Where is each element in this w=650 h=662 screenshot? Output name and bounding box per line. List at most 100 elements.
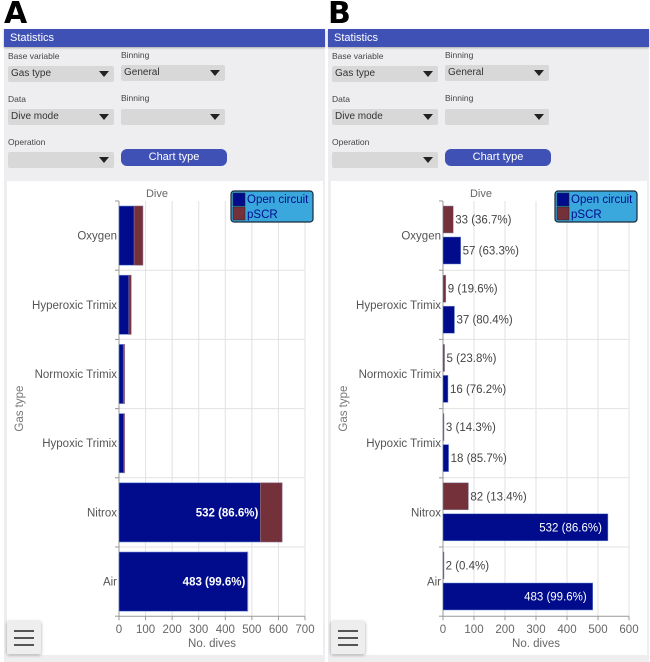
select-value: Gas type <box>11 68 52 79</box>
chart-title: Dive <box>470 188 492 200</box>
bar-open-circuit <box>118 413 125 474</box>
dropdown-arrow-icon <box>210 114 220 120</box>
select-value: Dive mode <box>335 111 383 122</box>
x-tick-label: 700 <box>295 624 314 636</box>
chart-type-button[interactable]: Chart type <box>121 149 227 166</box>
binning-select-2[interactable] <box>445 109 549 125</box>
dropdown-arrow-icon <box>534 70 544 76</box>
select-value: Dive mode <box>11 111 59 122</box>
hamburger-menu-button[interactable] <box>7 621 41 654</box>
operation-select[interactable] <box>8 152 114 168</box>
bar-pscr <box>442 274 447 303</box>
binning-select[interactable]: General <box>121 65 225 81</box>
category-label: Hyperoxic Trimix <box>356 300 441 312</box>
hamburger-menu-icon-bar <box>14 644 34 646</box>
bar-pscr <box>128 274 132 335</box>
bar-data-label: 33 (36.7%) <box>455 215 511 227</box>
bar-data-label: 3 (14.3%) <box>446 422 496 434</box>
bar-data-label: 2 (0.4%) <box>446 561 490 573</box>
binning-select[interactable]: General <box>445 65 549 81</box>
bar-data-label: 18 (85.7%) <box>451 453 507 465</box>
bar-pscr <box>442 413 445 441</box>
category-label: Air <box>103 577 117 589</box>
dropdown-arrow-icon <box>99 157 109 163</box>
bar-open-circuit <box>118 205 135 266</box>
bar-data-label: 9 (19.6%) <box>448 284 498 296</box>
binning-label-2: Binning <box>445 93 474 103</box>
category-label: Nitrox <box>411 507 441 519</box>
bar-pscr <box>442 551 445 580</box>
select-value: General <box>124 67 160 78</box>
data-label: Data <box>332 94 350 104</box>
x-tick-label: 200 <box>163 624 182 636</box>
hamburger-menu-icon-bar <box>338 644 358 646</box>
binning-label-2: Binning <box>121 93 150 103</box>
bar-open-circuit <box>118 274 130 335</box>
bar-pscr <box>123 413 125 474</box>
bar-open-circuit <box>442 444 449 472</box>
x-tick-label: 400 <box>557 624 576 636</box>
x-tick-label: 500 <box>588 624 607 636</box>
dropdown-arrow-icon <box>210 70 220 76</box>
grouped-bar-chart: 0 100 200 300 400 500 600 No. dives Gas type Dive… <box>338 188 639 650</box>
bar-pscr <box>260 482 283 543</box>
category-label: Hyperoxic Trimix <box>32 300 117 312</box>
data-select[interactable]: Dive mode <box>332 109 438 125</box>
legend-swatch-open-circuit <box>556 192 570 207</box>
x-axis-label: No. dives <box>512 638 560 650</box>
bar-data-label: 5 (23.8%) <box>447 353 497 365</box>
hamburger-menu-icon <box>338 630 358 632</box>
bar-open-circuit <box>442 375 449 403</box>
base-variable-label: Base variable <box>8 51 60 61</box>
x-tick-label: 0 <box>116 624 122 636</box>
chart-card: 0 100 200 300 400 500 600 700 No. dives Gas type D… <box>7 181 323 655</box>
app-title-bar: Statistics <box>328 29 649 47</box>
bar-data-label: 532 (86.6%) <box>196 507 259 519</box>
base-variable-select[interactable]: Gas type <box>8 66 114 82</box>
y-axis-label: Gas type <box>338 386 350 432</box>
x-tick-label: 500 <box>242 624 261 636</box>
category-label: Oxygen <box>401 231 441 243</box>
dropdown-arrow-icon <box>99 71 109 77</box>
panel-a: A Statistics Base variable Gas type Binn… <box>4 0 325 662</box>
panel-b: B Statistics Base variable Gas type Binn… <box>328 0 649 662</box>
operation-select[interactable] <box>332 152 438 168</box>
category-label: Hypoxic Trimix <box>366 438 441 450</box>
x-tick-label: 100 <box>136 624 155 636</box>
legend-swatch-pscr <box>232 206 246 221</box>
statistics-app: Statistics Base variable Gas type Binnin… <box>4 29 325 662</box>
x-tick-label: 200 <box>495 624 514 636</box>
x-tick-label: 600 <box>269 624 288 636</box>
dropdown-arrow-icon <box>423 71 433 77</box>
dropdown-arrow-icon <box>423 114 433 120</box>
bar-data-label: 37 (80.4%) <box>456 315 512 327</box>
category-label: Hypoxic Trimix <box>42 438 117 450</box>
hamburger-menu-button[interactable] <box>331 621 365 654</box>
hamburger-menu-icon <box>14 630 34 632</box>
statistics-app: Statistics Base variable Gas type Binnin… <box>328 29 649 662</box>
binning-select-2[interactable] <box>121 109 225 125</box>
bar-data-label: 82 (13.4%) <box>470 491 526 503</box>
legend-label: Open circuit <box>247 194 309 206</box>
base-variable-select[interactable]: Gas type <box>332 66 438 82</box>
chart-title: Dive <box>146 188 168 200</box>
legend-label: pSCR <box>247 209 278 221</box>
category-label: Oxygen <box>77 231 117 243</box>
x-tick-label: 0 <box>440 624 446 636</box>
hamburger-menu-icon-bar <box>14 637 34 639</box>
legend-swatch-pscr <box>556 206 570 221</box>
category-label: Normoxic Trimix <box>359 369 442 381</box>
category-label: Nitrox <box>87 507 117 519</box>
binning-label: Binning <box>445 50 474 60</box>
bar-pscr <box>442 205 454 234</box>
operation-label: Operation <box>8 137 46 147</box>
x-tick-label: 300 <box>526 624 545 636</box>
legend-label: pSCR <box>571 209 602 221</box>
chart-type-button[interactable]: Chart type <box>445 149 551 166</box>
x-tick-label: 300 <box>189 624 208 636</box>
base-variable-label: Base variable <box>332 51 384 61</box>
operation-label: Operation <box>332 137 370 147</box>
panel-letter: B <box>328 0 351 31</box>
dropdown-arrow-icon <box>99 114 109 120</box>
data-select[interactable]: Dive mode <box>8 109 114 125</box>
